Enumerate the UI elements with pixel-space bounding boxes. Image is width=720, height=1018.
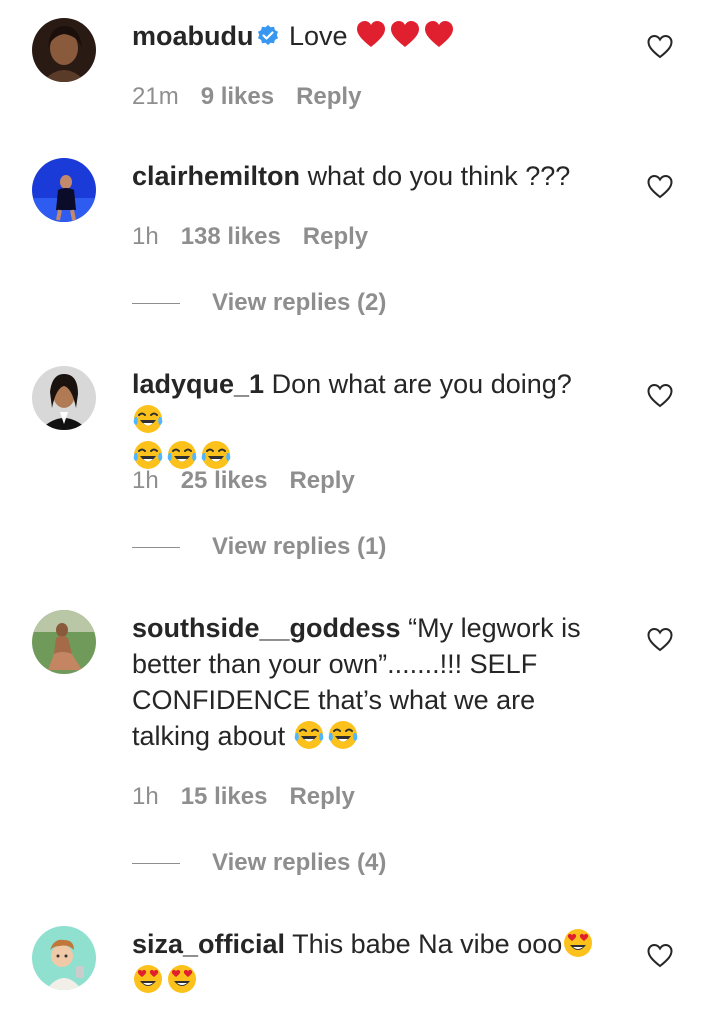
likes-count[interactable]: 25 likes (181, 467, 268, 494)
username[interactable]: moabudu (132, 21, 254, 51)
comment-text: southside__goddess “My legwork is better… (132, 610, 612, 754)
username[interactable]: southside__goddess (132, 613, 401, 643)
comment-body: Don what are you doing? (271, 369, 572, 399)
divider-line (132, 863, 180, 865)
avatar[interactable] (32, 18, 96, 82)
timestamp: 21m (132, 83, 179, 110)
username[interactable]: siza_official (132, 929, 285, 959)
likes-count[interactable]: 15 likes (181, 783, 268, 810)
likes-count[interactable]: 138 likes (181, 223, 281, 250)
timestamp: 1h (132, 223, 159, 250)
reply-button[interactable]: Reply (289, 467, 354, 494)
smiling-face-with-heart-eyes-icon (562, 927, 594, 959)
smiling-face-with-heart-eyes-icon (132, 963, 164, 995)
reply-button[interactable]: Reply (289, 783, 354, 810)
timestamp: 1h (132, 467, 159, 494)
face-with-tears-of-joy-icon (293, 719, 325, 751)
comment-text: siza_official This babe Na vibe ooo (132, 926, 612, 998)
like-heart-icon[interactable] (646, 33, 674, 61)
divider-line (132, 547, 180, 549)
comment-text: ladyque_1 Don what are you doing? (132, 366, 612, 474)
comment-meta: 1h 15 likes Reply (132, 782, 377, 812)
divider-line (132, 303, 180, 305)
view-replies-button[interactable]: View replies (4) (132, 848, 386, 878)
view-replies-button[interactable]: View replies (1) (132, 532, 386, 562)
like-heart-icon[interactable] (646, 173, 674, 201)
view-replies-button[interactable]: View replies (2) (132, 288, 386, 318)
comment-text: clairhemilton what do you think ??? (132, 158, 612, 194)
view-replies-label: View replies (2) (212, 289, 387, 316)
view-replies-label: View replies (4) (212, 849, 387, 876)
likes-count[interactable]: 9 likes (201, 83, 274, 110)
smiling-face-with-heart-eyes-icon (166, 963, 198, 995)
comment-meta: 1h 138 likes Reply (132, 222, 390, 252)
like-heart-icon[interactable] (646, 382, 674, 410)
face-with-tears-of-joy-icon (327, 719, 359, 751)
like-heart-icon[interactable] (646, 626, 674, 654)
like-heart-icon[interactable] (646, 942, 674, 970)
face-with-tears-of-joy-icon (132, 403, 164, 435)
verified-badge-icon (256, 24, 280, 48)
avatar[interactable] (32, 158, 96, 222)
username[interactable]: clairhemilton (132, 161, 300, 191)
avatar[interactable] (32, 366, 96, 430)
view-replies-label: View replies (1) (212, 533, 387, 560)
red-heart-icon (423, 19, 455, 51)
comment-body: what do you think ??? (307, 161, 571, 191)
avatar[interactable] (32, 610, 96, 674)
comment-meta: 1h 25 likes Reply (132, 466, 377, 496)
reply-button[interactable]: Reply (296, 83, 361, 110)
comment-body: Love (289, 21, 348, 51)
comment-meta: 21m 9 likes Reply (132, 82, 383, 112)
reply-button[interactable]: Reply (303, 223, 368, 250)
timestamp: 1h (132, 783, 159, 810)
comment-body: This babe Na vibe ooo (292, 929, 563, 959)
red-heart-icon (355, 19, 387, 51)
username[interactable]: ladyque_1 (132, 369, 264, 399)
comment-text: moabudu Love (132, 18, 612, 54)
red-heart-icon (389, 19, 421, 51)
avatar[interactable] (32, 926, 96, 990)
